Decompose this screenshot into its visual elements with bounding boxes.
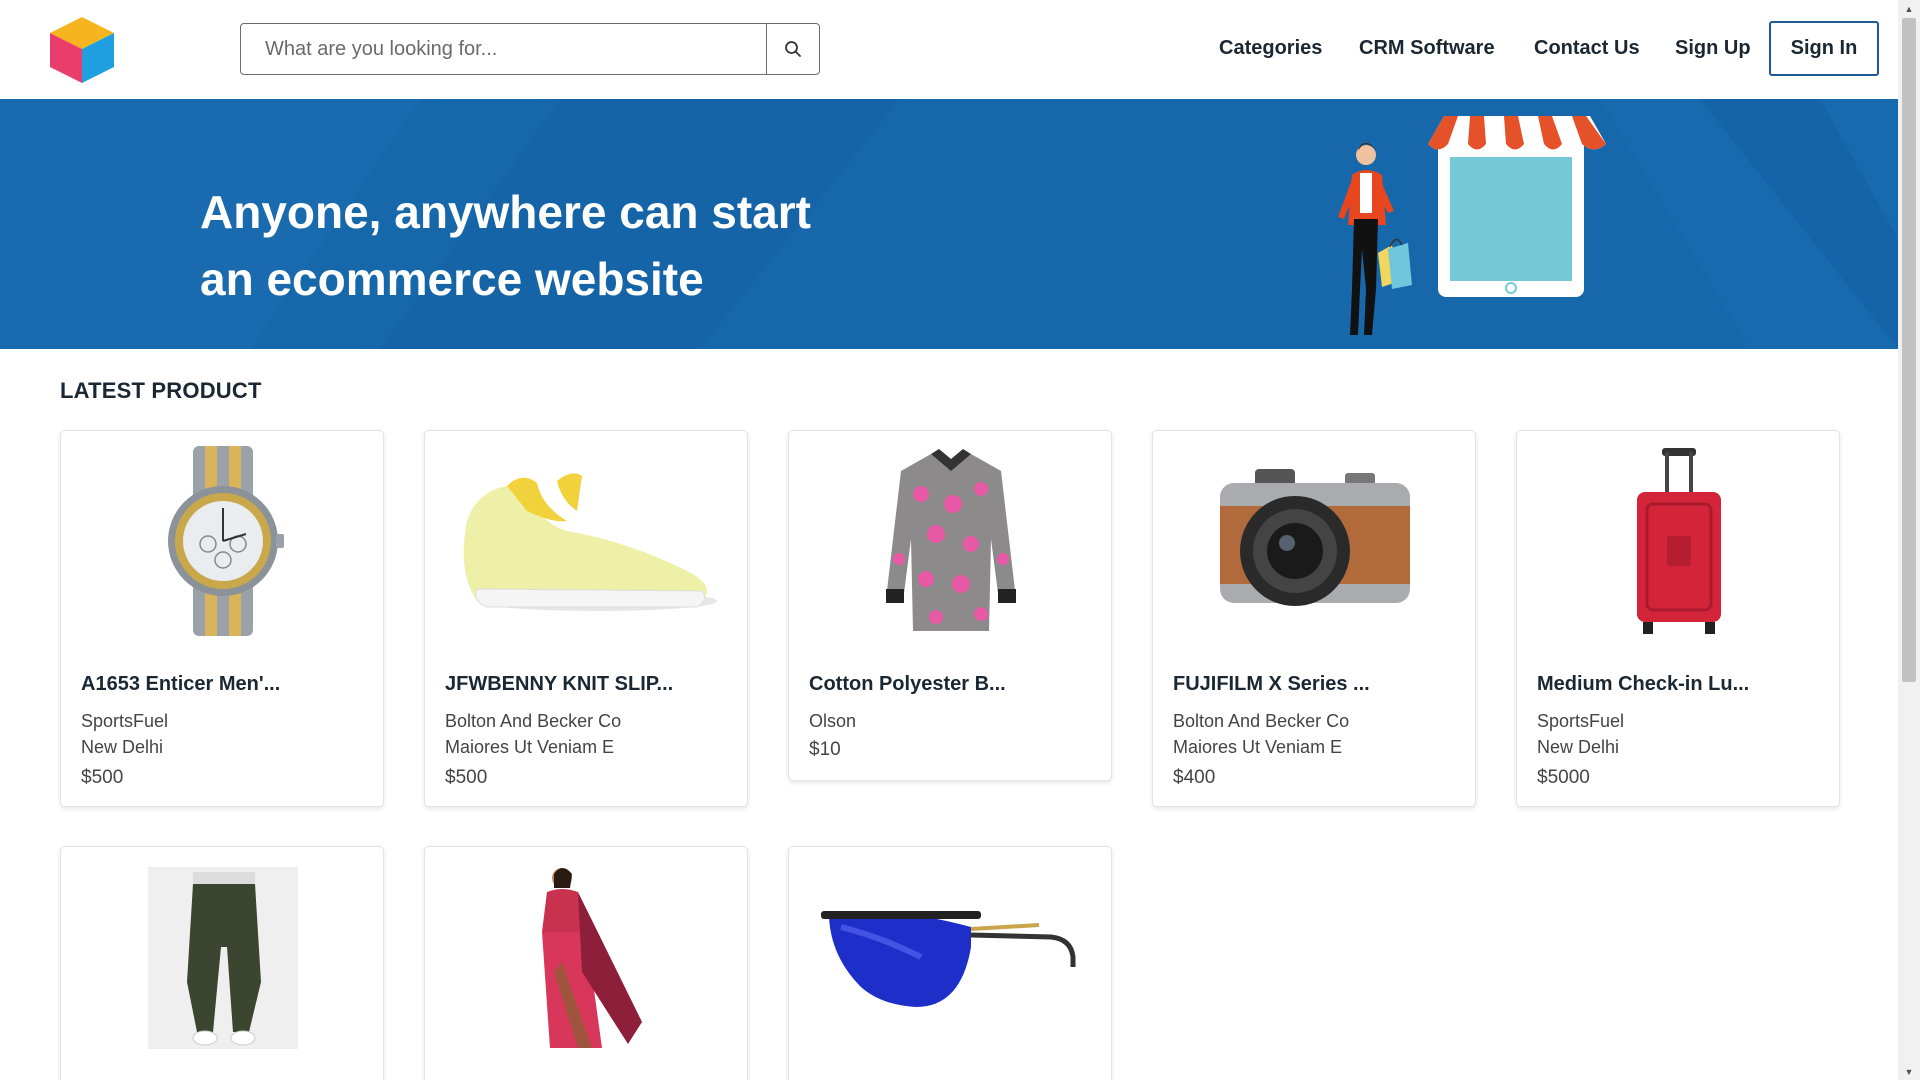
product-card[interactable]: JFWBENNY KNIT SLIP... Bolton And Becker …: [424, 430, 748, 807]
product-card[interactable]: Cotton Polyester B... Olson $10: [788, 430, 1112, 781]
watch-icon: [61, 441, 383, 641]
scroll-up-icon[interactable]: ▲: [1898, 0, 1920, 17]
product-name: JFWBENNY KNIT SLIP...: [445, 673, 674, 695]
hero-banner: Anyone, anywhere can start an ecommerce …: [0, 99, 1898, 349]
product-card[interactable]: A1653 Enticer Men'... SportsFuel New Del…: [60, 430, 384, 807]
product-location: Maiores Ut Veniam E: [445, 737, 615, 757]
nav-sign-up[interactable]: Sign Up: [1675, 24, 1751, 72]
product-seller: SportsFuel: [81, 711, 169, 731]
product-location: New Delhi: [1537, 737, 1620, 757]
sign-in-button[interactable]: Sign In: [1769, 21, 1879, 76]
product-price: $500: [81, 767, 124, 788]
trousers-icon: [61, 857, 383, 1057]
product-name: A1653 Enticer Men'...: [81, 673, 281, 695]
product-name: Medium Check-in Lu...: [1537, 673, 1750, 695]
product-seller: SportsFuel: [1537, 711, 1625, 731]
product-location: New Delhi: [81, 737, 164, 757]
top-header: Categories CRM Software Contact Us Sign …: [0, 0, 1898, 99]
product-name: Cotton Polyester B...: [809, 673, 1006, 695]
luggage-icon: [1517, 441, 1839, 641]
product-price: $5000: [1537, 767, 1590, 788]
nav-categories[interactable]: Categories: [1219, 24, 1322, 72]
cube-logo-icon[interactable]: [50, 17, 114, 83]
search-bar: [240, 23, 820, 75]
nav-crm-software[interactable]: CRM Software: [1359, 24, 1495, 72]
hero-title-line-2: an ecommerce website: [200, 253, 704, 305]
shirt-icon: [789, 441, 1111, 641]
scroll-down-icon[interactable]: ▼: [1898, 1063, 1920, 1080]
scrollbar-thumb[interactable]: [1902, 18, 1916, 682]
product-card[interactable]: [424, 846, 748, 1080]
product-price: $10: [809, 739, 841, 760]
product-card[interactable]: Medium Check-in Lu... SportsFuel New Del…: [1516, 430, 1840, 807]
shopper-storefront-illustration: [1338, 116, 1606, 335]
product-card[interactable]: [60, 846, 384, 1080]
product-seller: Bolton And Becker Co: [445, 711, 622, 731]
camera-icon: [1153, 441, 1475, 641]
product-price: $500: [445, 767, 488, 788]
product-location: Maiores Ut Veniam E: [1173, 737, 1343, 757]
search-button[interactable]: [766, 24, 819, 74]
hero-title-line-1: Anyone, anywhere can start: [200, 186, 811, 238]
shoe-icon: [425, 441, 747, 641]
product-card[interactable]: [788, 846, 1112, 1080]
search-input[interactable]: [241, 24, 766, 74]
product-name: FUJIFILM X Series ...: [1173, 673, 1370, 695]
saree-icon: [425, 857, 747, 1057]
nav-contact-us[interactable]: Contact Us: [1534, 24, 1640, 72]
product-card[interactable]: FUJIFILM X Series ... Bolton And Becker …: [1152, 430, 1476, 807]
sunglasses-icon: [789, 857, 1111, 1057]
product-seller: Bolton And Becker Co: [1173, 711, 1350, 731]
search-icon: [785, 41, 801, 57]
product-seller: Olson: [809, 711, 857, 731]
hero-title: Anyone, anywhere can start an ecommerce …: [200, 179, 920, 313]
product-price: $400: [1173, 767, 1216, 788]
latest-product-heading: LATEST PRODUCT: [60, 378, 262, 403]
